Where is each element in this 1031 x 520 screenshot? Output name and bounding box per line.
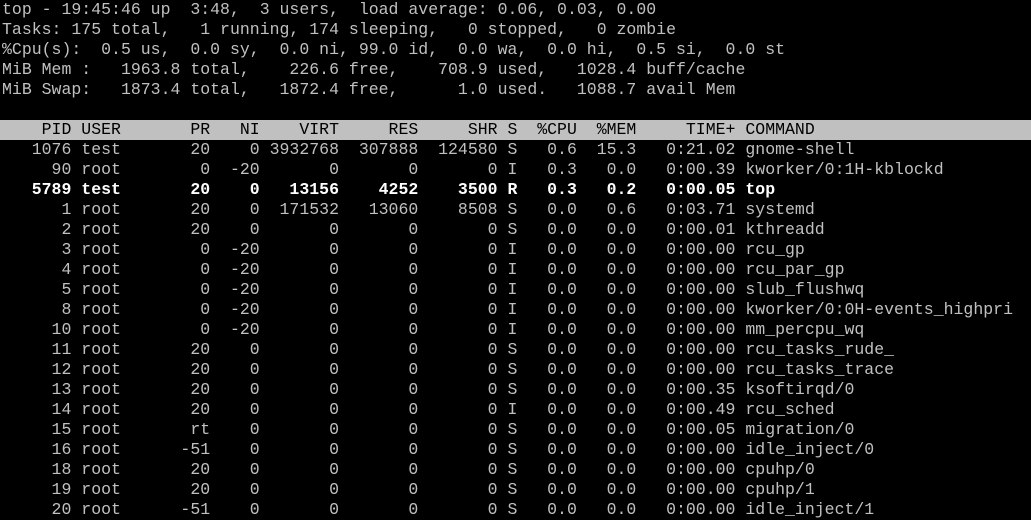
process-row: 1076 test 20 0 3932768 307888 124580 S 0… bbox=[2, 140, 855, 159]
process-row: 3 root 0 -20 0 0 0 I 0.0 0.0 0:00.00 rcu… bbox=[2, 240, 805, 259]
process-row: 90 root 0 -20 0 0 0 I 0.3 0.0 0:00.39 kw… bbox=[2, 160, 944, 179]
process-row: 8 root 0 -20 0 0 0 I 0.0 0.0 0:00.00 kwo… bbox=[2, 300, 1013, 319]
process-row: 18 root 20 0 0 0 0 S 0.0 0.0 0:00.00 cpu… bbox=[2, 460, 815, 479]
terminal[interactable]: top - 19:45:46 up 3:48, 3 users, load av… bbox=[0, 0, 1031, 520]
process-row: 11 root 20 0 0 0 0 S 0.0 0.0 0:00.00 rcu… bbox=[2, 340, 895, 359]
process-row: 20 root -51 0 0 0 0 S 0.0 0.0 0:00.00 id… bbox=[2, 500, 875, 519]
process-row: 5789 test 20 0 13156 4252 3500 R 0.3 0.2… bbox=[2, 180, 776, 199]
process-row: 14 root 20 0 0 0 0 I 0.0 0.0 0:00.49 rcu… bbox=[2, 400, 835, 419]
swap-line: MiB Swap: 1873.4 total, 1872.4 free, 1.0… bbox=[2, 80, 736, 99]
process-row: 13 root 20 0 0 0 0 S 0.0 0.0 0:00.35 kso… bbox=[2, 380, 855, 399]
memory-line: MiB Mem : 1963.8 total, 226.6 free, 708.… bbox=[2, 60, 746, 79]
process-row: 10 root 0 -20 0 0 0 I 0.0 0.0 0:00.00 mm… bbox=[2, 320, 865, 339]
uptime-line: top - 19:45:46 up 3:48, 3 users, load av… bbox=[2, 0, 657, 19]
process-row: 1 root 20 0 171532 13060 8508 S 0.0 0.6 … bbox=[2, 200, 815, 219]
process-row: 5 root 0 -20 0 0 0 I 0.0 0.0 0:00.00 slu… bbox=[2, 280, 865, 299]
process-list: 1076 test 20 0 3932768 307888 124580 S 0… bbox=[2, 140, 1029, 520]
cpu-line: %Cpu(s): 0.5 us, 0.0 sy, 0.0 ni, 99.0 id… bbox=[2, 40, 786, 59]
column-header: PID USER PR NI VIRT RES SHR S %CPU %MEM … bbox=[0, 120, 1031, 140]
process-row: 2 root 20 0 0 0 0 S 0.0 0.0 0:00.01 kthr… bbox=[2, 220, 825, 239]
process-row: 19 root 20 0 0 0 0 S 0.0 0.0 0:00.00 cpu… bbox=[2, 480, 815, 499]
process-row: 15 root rt 0 0 0 0 S 0.0 0.0 0:00.05 mig… bbox=[2, 420, 855, 439]
process-row: 16 root -51 0 0 0 0 S 0.0 0.0 0:00.00 id… bbox=[2, 440, 875, 459]
process-row: 12 root 20 0 0 0 0 S 0.0 0.0 0:00.00 rcu… bbox=[2, 360, 895, 379]
process-row: 4 root 0 -20 0 0 0 I 0.0 0.0 0:00.00 rcu… bbox=[2, 260, 845, 279]
tasks-line: Tasks: 175 total, 1 running, 174 sleepin… bbox=[2, 20, 676, 39]
